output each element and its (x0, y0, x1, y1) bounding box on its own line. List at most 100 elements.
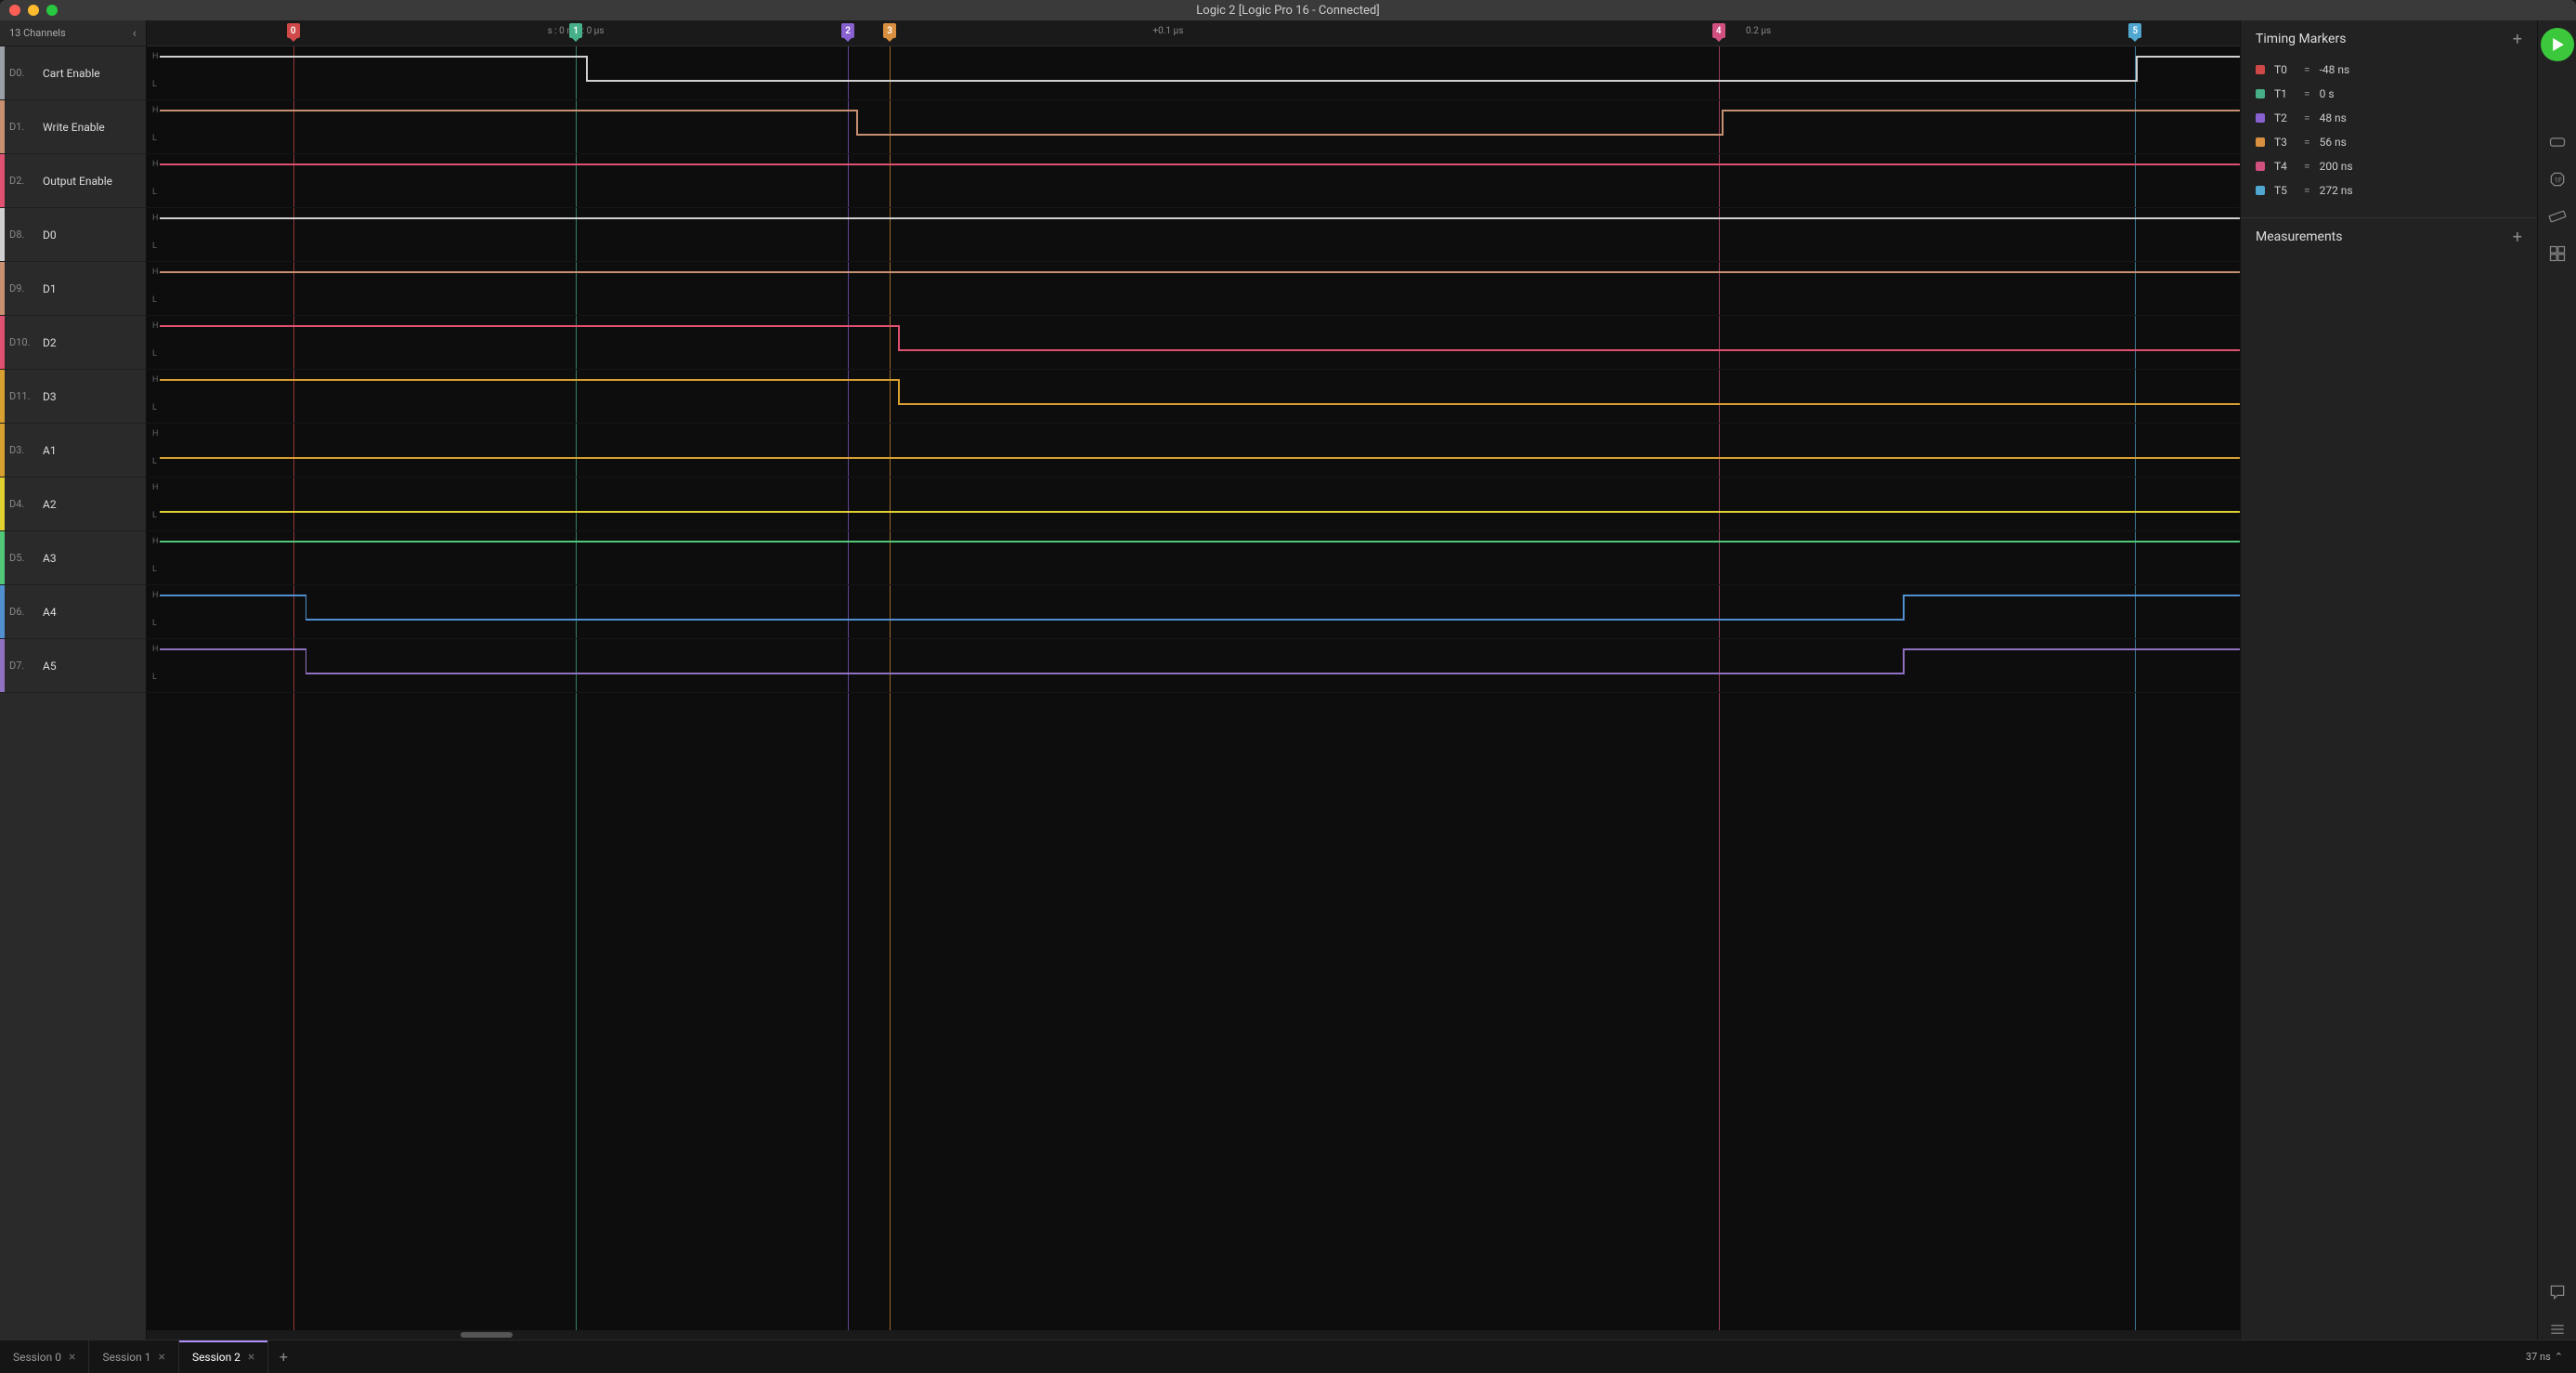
waveform-row[interactable]: HL (147, 154, 2240, 208)
marker-flag-0[interactable]: 0 (287, 23, 300, 38)
channel-row[interactable]: D1. Write Enable (0, 100, 146, 154)
channel-id: D3. (9, 444, 35, 456)
add-marker-button[interactable]: + (2513, 30, 2522, 49)
channel-color-swatch (0, 639, 5, 692)
marker-name: T5 (2274, 184, 2295, 197)
tab-label: Session 2 (192, 1351, 241, 1364)
session-tab[interactable]: Session 0 × (0, 1340, 89, 1373)
waveform-row[interactable]: HL (147, 46, 2240, 100)
waveform-row[interactable]: HL (147, 208, 2240, 262)
channel-color-swatch (0, 262, 5, 315)
channel-row[interactable]: D10. D2 (0, 316, 146, 370)
timing-marker-row[interactable]: T1 = 0 s (2256, 82, 2522, 106)
waveform-row[interactable]: HL (147, 639, 2240, 693)
marker-name: T4 (2274, 160, 2295, 173)
svg-text:1F: 1F (2554, 176, 2561, 184)
waveform-row[interactable]: HL (147, 531, 2240, 585)
waveform-viewport[interactable]: s : 0 ms : 0 µs+0.1 µs0.2 µs012345 HLHLH… (147, 20, 2240, 1340)
marker-flag-1[interactable]: 1 (569, 23, 582, 38)
zoom-level[interactable]: 37 ns ⌃ (2526, 1351, 2576, 1363)
channel-row[interactable]: D11. D3 (0, 370, 146, 424)
channel-row[interactable]: D5. A3 (0, 531, 146, 585)
timing-marker-row[interactable]: T0 = -48 ns (2256, 58, 2522, 82)
menu-icon[interactable] (2547, 1319, 2568, 1340)
ruler-label: 0.2 µs (1746, 26, 1771, 36)
channel-row[interactable]: D2. Output Enable (0, 154, 146, 208)
marker-value: -48 ns (2320, 63, 2350, 76)
scrollbar-thumb[interactable] (461, 1332, 513, 1338)
close-tab-icon[interactable]: × (248, 1350, 254, 1365)
marker-value: 0 s (2320, 87, 2335, 100)
channel-color-swatch (0, 316, 5, 369)
channel-row[interactable]: D3. A1 (0, 424, 146, 477)
timing-marker-row[interactable]: T3 = 56 ns (2256, 130, 2522, 154)
channel-color-swatch (0, 531, 5, 584)
feedback-icon[interactable] (2547, 1282, 2568, 1302)
channel-name: Output Enable (43, 175, 112, 188)
channel-row[interactable]: D6. A4 (0, 585, 146, 639)
channel-id: D8. (9, 229, 35, 241)
timing-marker-row[interactable]: T4 = 200 ns (2256, 154, 2522, 178)
tab-label: Session 0 (13, 1351, 61, 1364)
channel-id: D7. (9, 660, 35, 672)
marker-flag-2[interactable]: 2 (841, 23, 854, 38)
waveform-row[interactable]: HL (147, 585, 2240, 639)
channel-id: D11. (9, 390, 35, 402)
channel-row[interactable]: D4. A2 (0, 477, 146, 531)
waveform-row[interactable]: HL (147, 424, 2240, 477)
marker-value: 48 ns (2320, 111, 2347, 124)
waveform-row[interactable]: HL (147, 477, 2240, 531)
collapse-sidebar-icon[interactable]: ‹ (133, 26, 137, 41)
measurements-title: Measurements (2256, 229, 2342, 244)
channel-name: D2 (43, 336, 57, 349)
session-tab[interactable]: Session 2 × (179, 1340, 268, 1373)
marker-color-icon (2256, 65, 2265, 74)
tab-label: Session 1 (102, 1351, 150, 1364)
channel-name: A5 (43, 660, 57, 673)
grid-icon[interactable] (2547, 243, 2568, 264)
marker-flag-5[interactable]: 5 (2128, 23, 2141, 38)
channel-color-swatch (0, 46, 5, 99)
horizontal-scrollbar[interactable] (147, 1330, 2240, 1340)
measure-icon[interactable] (2547, 206, 2568, 227)
window-titlebar: Logic 2 [Logic Pro 16 - Connected] (0, 0, 2576, 20)
channel-row[interactable]: D9. D1 (0, 262, 146, 316)
marker-flag-3[interactable]: 3 (883, 23, 896, 38)
add-measurement-button[interactable]: + (2513, 228, 2522, 247)
channel-id: D9. (9, 282, 35, 294)
channel-sidebar: 13 Channels ‹ D0. Cart Enable D1. Write … (0, 20, 147, 1340)
channel-name: A4 (43, 606, 57, 619)
add-tab-button[interactable]: + (268, 1348, 298, 1366)
marker-name: T0 (2274, 63, 2295, 76)
waveform-row[interactable]: HL (147, 100, 2240, 154)
channel-count-label: 13 Channels (9, 27, 66, 39)
channel-id: D0. (9, 67, 35, 79)
channel-row[interactable]: D7. A5 (0, 639, 146, 693)
marker-name: T1 (2274, 87, 2295, 100)
channel-color-swatch (0, 370, 5, 423)
timing-marker-row[interactable]: T5 = 272 ns (2256, 178, 2522, 203)
channel-color-swatch (0, 154, 5, 207)
channel-color-swatch (0, 100, 5, 153)
waveform-row[interactable]: HL (147, 316, 2240, 370)
channel-row[interactable]: D8. D0 (0, 208, 146, 262)
channel-row[interactable]: D0. Cart Enable (0, 46, 146, 100)
waveform-row[interactable]: HL (147, 370, 2240, 424)
channel-name: D0 (43, 229, 57, 242)
close-tab-icon[interactable]: × (69, 1350, 75, 1365)
marker-name: T3 (2274, 136, 2295, 149)
preset-icon[interactable]: 1F (2547, 169, 2568, 190)
time-ruler[interactable]: s : 0 ms : 0 µs+0.1 µs0.2 µs012345 (147, 20, 2240, 46)
session-tab[interactable]: Session 1 × (89, 1340, 178, 1373)
device-icon[interactable] (2547, 132, 2568, 152)
zoom-window-icon[interactable] (46, 5, 58, 16)
marker-flag-4[interactable]: 4 (1712, 23, 1725, 38)
channel-name: D3 (43, 390, 57, 403)
minimize-window-icon[interactable] (28, 5, 39, 16)
play-button[interactable] (2541, 28, 2574, 61)
waveform-row[interactable]: HL (147, 262, 2240, 316)
timing-marker-row[interactable]: T2 = 48 ns (2256, 106, 2522, 130)
close-window-icon[interactable] (9, 5, 20, 16)
close-tab-icon[interactable]: × (158, 1350, 164, 1365)
channel-name: A1 (43, 444, 57, 457)
